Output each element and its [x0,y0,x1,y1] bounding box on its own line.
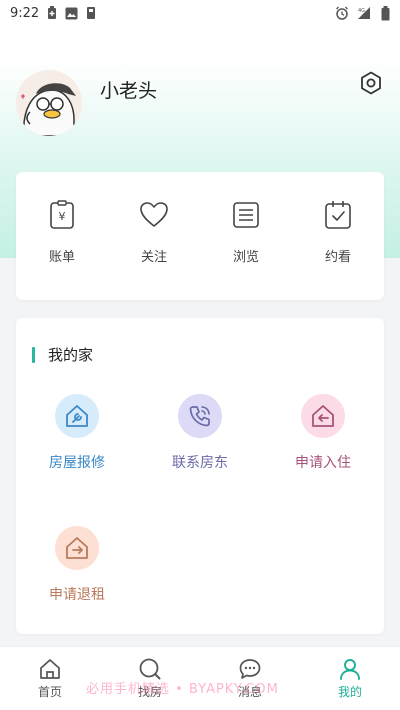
calendar-check-icon [325,201,351,229]
battery-saver-icon [47,6,57,20]
quick-action-label: 约看 [324,250,351,265]
house-repair-button[interactable]: 房屋报修 [27,394,127,472]
status-bar: 9:22 4G [0,0,400,26]
watermark: 必用手机精选 • BYAPKY.COM [86,682,279,697]
house-repair-icon [55,394,99,438]
quick-action-bill[interactable]: ¥ 账单 [16,200,108,280]
home-item-label: 申请入住 [295,455,351,471]
status-time: 9:22 [10,5,40,21]
home-item-label: 房屋报修 [49,455,105,471]
tab-label: 我的 [337,685,362,699]
my-home-title: 我的家 [32,346,93,364]
quick-action-label: 关注 [140,250,167,265]
phone-icon [178,394,222,438]
settings-button[interactable] [358,70,384,96]
quick-action-follow[interactable]: 关注 [108,200,200,280]
tab-home[interactable]: 首页 [0,647,100,710]
quick-action-label: 账单 [48,250,75,265]
apply-move-out-button[interactable]: 申请退租 [27,526,127,604]
quick-action-appointment[interactable]: 约看 [292,200,384,280]
avatar[interactable] [16,70,82,136]
battery-icon [381,5,390,21]
quick-action-label: 浏览 [232,250,259,265]
tab-profile[interactable]: 我的 [300,647,400,710]
bill-icon: ¥ [50,200,74,229]
quick-actions-card: ¥ 账单 关注 浏览 约看 [16,172,384,300]
heart-icon [140,202,168,227]
house-enter-icon [301,394,345,438]
sd-card-icon [86,6,96,20]
browse-icon [233,202,259,228]
house-exit-icon [55,526,99,570]
profile-icon [340,659,360,680]
alarm-icon [335,6,349,20]
svg-text:4G: 4G [358,8,365,14]
contact-landlord-button[interactable]: 联系房东 [150,394,250,472]
profile-header: 小老头 [16,70,386,140]
tab-label: 首页 [37,685,62,699]
svg-text:¥: ¥ [59,210,66,223]
image-notification-icon [65,7,78,20]
quick-action-browse[interactable]: 浏览 [200,200,292,280]
settings-hexagon-icon [361,71,381,95]
signal-icon: 4G [357,6,373,20]
apply-move-in-button[interactable]: 申请入住 [273,394,373,472]
home-item-label: 申请退租 [49,587,105,603]
home-icon [40,659,60,679]
home-item-label: 联系房东 [172,455,228,471]
username: 小老头 [100,80,158,102]
